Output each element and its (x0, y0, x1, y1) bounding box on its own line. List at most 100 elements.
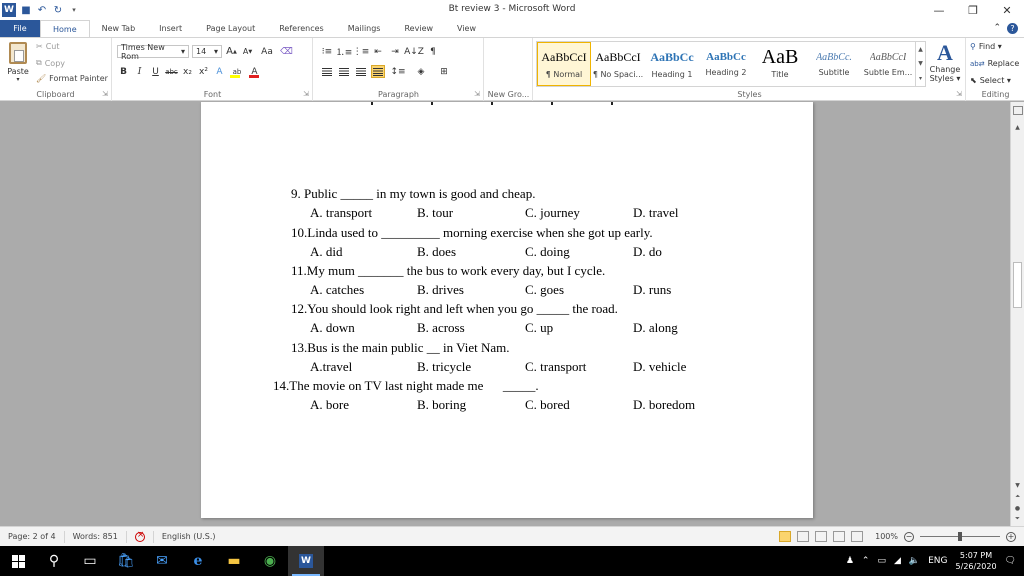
tab-home[interactable]: Home (40, 20, 90, 37)
option[interactable]: B. does (417, 244, 456, 260)
tab-insert[interactable]: Insert (147, 20, 194, 37)
language-indicator[interactable]: English (U.S.) (154, 531, 224, 543)
word-logo-icon[interactable]: W (2, 3, 16, 17)
network-icon[interactable]: ◢ (894, 556, 901, 566)
align-left-button[interactable] (320, 65, 334, 78)
option[interactable]: A. did (310, 244, 343, 260)
option[interactable]: B. tour (417, 205, 453, 221)
ruler-toggle-icon[interactable] (1013, 106, 1023, 115)
draft-view-button[interactable] (851, 531, 864, 542)
web-layout-view-button[interactable] (815, 531, 828, 542)
battery-icon[interactable]: ▭ (877, 556, 886, 566)
shading-button[interactable]: ◈ (411, 65, 431, 78)
zoom-slider-thumb[interactable] (958, 532, 962, 541)
zoom-out-icon[interactable]: − (904, 531, 914, 542)
option[interactable]: C. journey (525, 205, 580, 221)
proofing-status[interactable] (127, 530, 154, 543)
option[interactable]: B. boring (417, 397, 466, 413)
clock[interactable]: 5:07 PM 5/26/2020 (956, 550, 997, 572)
chrome-icon[interactable]: ◉ (252, 546, 288, 576)
font-color-button[interactable]: A (248, 65, 261, 78)
option[interactable]: D. travel (633, 205, 678, 221)
input-language[interactable]: ENG (928, 556, 947, 566)
tab-mailings[interactable]: Mailings (336, 20, 393, 37)
notifications-icon[interactable]: 🗨 (1005, 556, 1016, 566)
redo-icon[interactable]: ↻ (52, 4, 64, 16)
font-name-box[interactable]: Times New Rom ▾ (117, 43, 189, 61)
option[interactable]: C. bored (525, 397, 570, 413)
font-launcher-icon[interactable]: ⇲ (303, 90, 309, 98)
question-13[interactable]: 13.Bus is the main public __ in Viet Nam… (291, 340, 510, 356)
align-right-button[interactable] (354, 65, 368, 78)
option[interactable]: D. boredom (633, 397, 695, 413)
task-view-icon[interactable]: ▭ (72, 546, 108, 576)
bold-button[interactable]: B (117, 65, 130, 78)
tab-review[interactable]: Review (392, 20, 445, 37)
word-count[interactable]: Words: 851 (65, 530, 127, 543)
subscript-button[interactable]: x₂ (181, 65, 194, 78)
option[interactable]: C. transport (525, 359, 586, 375)
paste-dropdown-icon[interactable]: ▾ (16, 76, 19, 83)
option[interactable]: B. across (417, 320, 465, 336)
shrink-font-button[interactable]: A ▼ (241, 45, 254, 58)
question-14[interactable]: 14.The movie on TV last night made me __… (273, 378, 539, 394)
paragraph-launcher-icon[interactable]: ⇲ (474, 90, 480, 98)
previous-page-icon[interactable]: ⏶ (1012, 492, 1023, 502)
word-taskbar-icon[interactable]: W (288, 546, 324, 576)
change-case-button[interactable]: Aa (257, 45, 277, 58)
option[interactable]: C. doing (525, 244, 570, 260)
copy-button[interactable]: ⧉ Copy (36, 58, 65, 68)
zoom-slider[interactable] (920, 532, 1000, 541)
print-layout-view-button[interactable] (779, 531, 792, 542)
scrollbar-thumb[interactable] (1013, 262, 1022, 308)
font-size-box[interactable]: 14 ▾ (192, 45, 222, 58)
option[interactable]: D. along (633, 320, 678, 336)
help-icon[interactable]: ? (1007, 23, 1018, 34)
grow-font-button[interactable]: A ▲ (225, 45, 238, 58)
edge-icon[interactable]: e (180, 546, 216, 576)
question-10[interactable]: 10.Linda used to _________ morning exerc… (291, 225, 653, 241)
tab-new-tab[interactable]: New Tab (90, 20, 148, 37)
clear-formatting-icon[interactable]: ⌫ (280, 45, 293, 58)
option[interactable]: B. tricycle (417, 359, 471, 375)
browse-object-icon[interactable]: ● (1012, 503, 1023, 513)
option[interactable]: B. drives (417, 282, 464, 298)
file-explorer-icon[interactable]: ▬ (216, 546, 252, 576)
full-screen-reading-view-button[interactable] (797, 531, 810, 542)
mail-icon[interactable]: ✉ (144, 546, 180, 576)
show-formatting-button[interactable]: ¶ (426, 45, 440, 58)
line-spacing-button[interactable]: ↕≡ (388, 65, 408, 78)
option[interactable]: A. bore (310, 397, 349, 413)
option[interactable]: C. goes (525, 282, 564, 298)
tab-view[interactable]: View (445, 20, 488, 37)
zoom-in-icon[interactable]: + (1006, 531, 1016, 542)
option[interactable]: C. up (525, 320, 553, 336)
text-effects-button[interactable]: A (213, 65, 226, 78)
sort-button[interactable]: A↓Z (404, 45, 424, 58)
increase-indent-button[interactable]: ⇥ (388, 45, 402, 58)
store-icon[interactable]: 🛍 (108, 546, 144, 576)
question-11[interactable]: 11.My mum _______ the bus to work every … (291, 263, 605, 279)
numbering-button[interactable]: ⒈≡ (336, 45, 353, 58)
underline-button[interactable]: U (149, 65, 162, 78)
borders-button[interactable]: ⊞ (434, 65, 454, 78)
document-page[interactable]: 9. Public _____ in my town is good and c… (201, 102, 813, 518)
start-button[interactable] (0, 546, 36, 576)
format-painter-button[interactable]: 🖌 Format Painter (36, 74, 108, 83)
outline-view-button[interactable] (833, 531, 846, 542)
restore-button[interactable]: ❐ (956, 0, 990, 20)
option[interactable]: D. runs (633, 282, 671, 298)
cut-button[interactable]: ✂ Cut (36, 42, 60, 51)
highlight-button[interactable]: ab (229, 65, 245, 78)
styles-launcher-icon[interactable]: ⇲ (956, 90, 962, 98)
strikethrough-button[interactable]: abc (165, 65, 178, 78)
tab-references[interactable]: References (267, 20, 335, 37)
multilevel-list-button[interactable]: ⋮≡ (353, 45, 370, 58)
scroll-down-button[interactable]: ▼ (1012, 480, 1023, 490)
option[interactable]: A. transport (310, 205, 372, 221)
tab-file[interactable]: File (0, 20, 40, 37)
option[interactable]: A.travel (310, 359, 352, 375)
zoom-level[interactable]: 100% (875, 532, 898, 541)
decrease-indent-button[interactable]: ⇤ (371, 45, 385, 58)
italic-button[interactable]: I (133, 65, 146, 78)
